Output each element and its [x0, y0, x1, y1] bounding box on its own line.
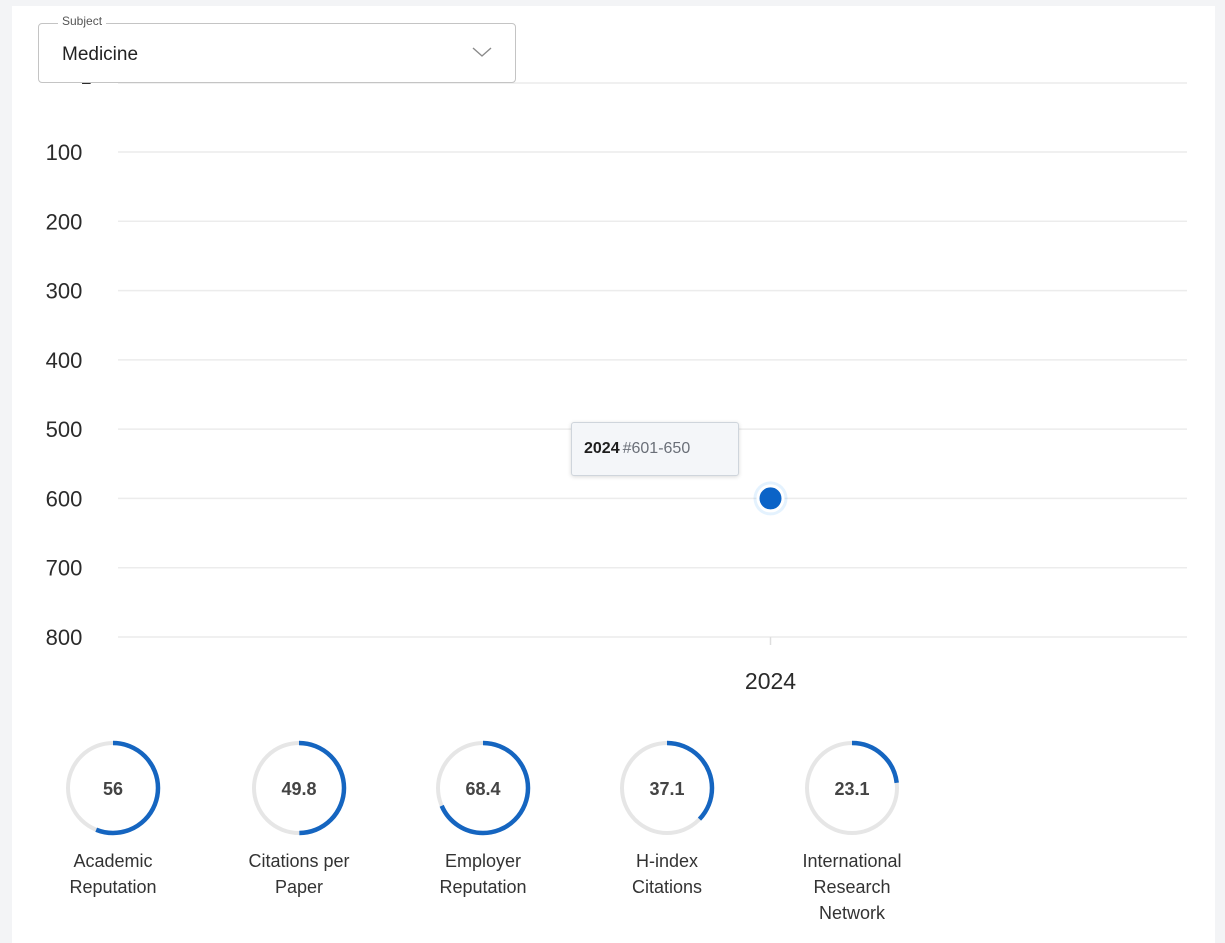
metric-item: 37.1 H-index Citations	[597, 738, 737, 900]
y-tick-label: 500	[46, 417, 83, 442]
metric-label-line: Paper	[274, 877, 324, 897]
metric-label-line: Research	[813, 877, 891, 897]
metric-ring: 37.1	[619, 740, 715, 836]
metric-ring: 49.8	[251, 740, 347, 836]
metric-item: 68.4 Employer Reputation	[413, 738, 553, 900]
metric-value: 37.1	[649, 779, 684, 799]
y-tick-label: 800	[46, 625, 83, 650]
metric-label: Academic Reputation	[43, 848, 183, 900]
chart-tooltip: 2024 #601-650	[571, 422, 739, 476]
metric-ring: 68.4	[435, 740, 531, 836]
metric-item: 56 Academic Reputation	[43, 738, 183, 900]
metric-item: 49.8 Citations per Paper	[229, 738, 369, 900]
metric-ring: 56	[65, 740, 161, 836]
metric-label-line: Network	[818, 903, 885, 923]
metric-label-line: Citations	[631, 877, 703, 897]
metric-label-line: International	[802, 851, 902, 871]
metric-label-line: Reputation	[439, 877, 527, 897]
metric-label: Citations per Paper	[229, 848, 369, 900]
metric-label-line: H-index	[635, 851, 699, 871]
subject-label: Subject	[58, 14, 107, 28]
y-tick-label: 100	[46, 140, 83, 165]
metric-value: 49.8	[281, 779, 316, 799]
metric-label-line: Citations per	[248, 851, 350, 871]
metric-value: 68.4	[465, 779, 500, 799]
subject-select[interactable]: Medicine	[38, 23, 516, 83]
tooltip-year: 2024	[584, 440, 620, 457]
y-tick-label: 600	[46, 486, 83, 511]
metric-label-line: Reputation	[69, 877, 157, 897]
metric-value: 23.1	[834, 779, 869, 799]
chevron-down-icon	[472, 47, 492, 57]
metric-label: H-index Citations	[597, 848, 737, 900]
y-tick-label: 700	[46, 556, 83, 581]
y-tick-label: 300	[46, 279, 83, 304]
subject-selected-value: Medicine	[62, 44, 139, 65]
metric-item: 23.1 International Research Network	[782, 738, 922, 926]
metric-label-line: Employer	[444, 851, 522, 871]
metric-ring: 23.1	[804, 740, 900, 836]
data-point[interactable]	[756, 484, 785, 513]
tooltip-rank: #601-650	[622, 440, 691, 457]
y-tick-label: 400	[46, 348, 83, 373]
ranking-chart: 11002003004005006007008002024	[46, 67, 1187, 694]
metric-value: 56	[103, 779, 123, 799]
metric-label-line: Academic	[73, 851, 153, 871]
metric-label: Employer Reputation	[413, 848, 553, 900]
metric-label: International Research Network	[782, 848, 922, 926]
y-tick-label: 200	[46, 209, 83, 234]
x-tick-label: 2024	[745, 668, 796, 694]
